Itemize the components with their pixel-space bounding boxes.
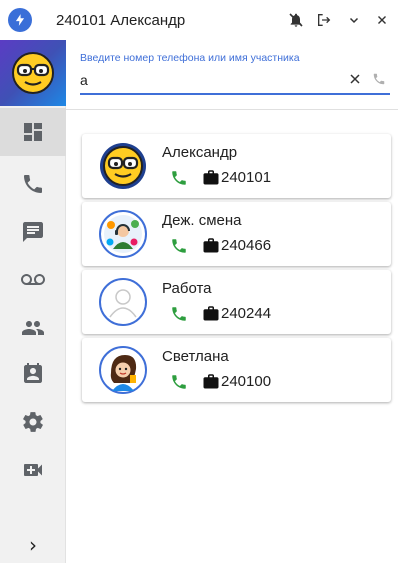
sidebar-item-dashboard[interactable] [0,108,66,156]
contact-card[interactable]: Деж. смена 240466 [82,202,391,266]
emoji-glasses-icon [12,52,54,94]
video-add-icon [24,464,42,476]
phone-icon[interactable] [170,373,188,391]
voicemail-icon [21,274,45,285]
title-bar: 240101 Александр [0,0,398,40]
contact-card[interactable]: Работа 240244 [82,270,391,334]
avatar [98,141,148,191]
search-underline [80,93,390,95]
contact-number: 240244 [221,305,272,322]
minimize-chevron-icon[interactable] [344,10,364,30]
operator-icon [99,210,147,258]
mute-notifications-icon[interactable] [286,10,306,30]
window-title: 240101 Александр [56,12,186,29]
contact-number: 240100 [221,373,272,390]
phone-icon [373,73,385,85]
avatar [98,277,148,327]
contact-name: Работа [162,280,212,297]
emoji-glasses-icon [100,143,146,189]
clear-icon[interactable] [346,70,364,88]
user-avatar[interactable] [0,40,66,106]
contact-card[interactable]: Светлана 240100 [82,338,391,402]
chevron-right-icon: › [29,533,37,557]
contact-name: Александр [162,144,238,161]
sidebar-item-settings[interactable] [0,398,66,446]
app-logo-icon [8,8,32,32]
sidebar-item-video[interactable] [0,446,66,494]
search-label: Введите номер телефона или имя участника [80,52,300,64]
chat-icon [23,222,43,242]
sidebar-expand-button[interactable]: › [0,527,66,563]
sidebar-item-directory[interactable] [0,350,66,398]
sidebar-item-chat[interactable] [0,208,66,256]
avatar [98,209,148,259]
avatar [98,345,148,395]
user-placeholder-icon [99,278,147,326]
close-icon[interactable] [372,10,392,30]
sidebar-item-contacts[interactable] [0,304,66,352]
search-area: Введите номер телефона или имя участника [66,40,398,110]
people-icon [22,321,44,335]
sidebar: › [0,40,66,563]
search-input[interactable] [80,70,310,90]
dashboard-icon [24,123,42,141]
sidebar-item-calls[interactable] [0,160,66,208]
contact-name: Деж. смена [162,212,242,229]
briefcase-icon [203,374,219,389]
briefcase-icon [203,306,219,321]
briefcase-icon [203,170,219,185]
phone-icon[interactable] [170,169,188,187]
contact-card[interactable]: Александр 240101 [82,134,391,198]
contact-number: 240466 [221,237,272,254]
phone-icon [24,175,42,193]
logout-icon[interactable] [314,10,334,30]
contact-number: 240101 [221,169,272,186]
contact-name: Светлана [162,348,229,365]
sidebar-item-voicemail[interactable] [0,256,66,304]
call-button[interactable] [370,70,388,88]
contact-card-icon [24,363,42,383]
phone-icon[interactable] [170,237,188,255]
briefcase-icon [203,238,219,253]
phone-icon[interactable] [170,305,188,323]
woman-cartoon-icon [99,346,147,394]
gear-icon [23,412,43,432]
